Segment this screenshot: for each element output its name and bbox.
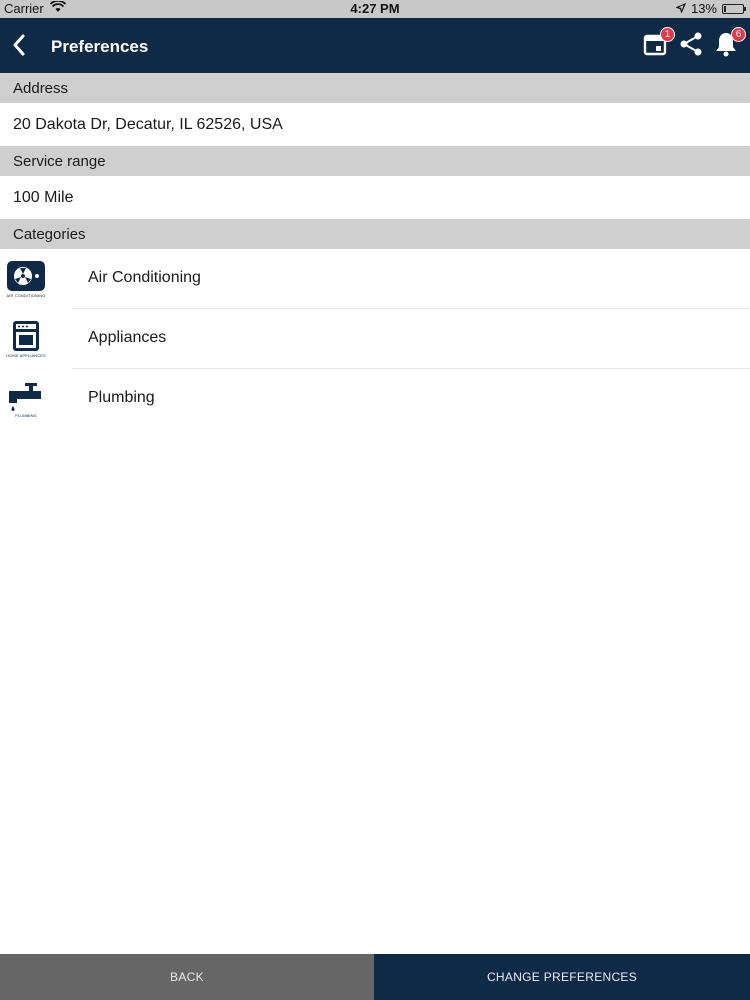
nav-bar: Preferences 1 6 bbox=[0, 18, 750, 73]
battery-icon bbox=[722, 3, 746, 14]
category-label: Air Conditioning bbox=[88, 269, 201, 286]
notifications-button[interactable]: 6 bbox=[712, 27, 746, 61]
notifications-badge: 6 bbox=[731, 27, 746, 42]
address-value: 20 Dakota Dr, Decatur, IL 62526, USA bbox=[13, 115, 283, 133]
category-item-plumbing[interactable]: PLUMBING Plumbing bbox=[0, 369, 750, 429]
location-arrow-icon bbox=[675, 1, 687, 16]
category-item-air-conditioning[interactable]: AIR CONDITIONING Air Conditioning bbox=[0, 249, 750, 309]
category-item-appliances[interactable]: HOME APPLIANCES Appliances bbox=[0, 309, 750, 369]
thumb-caption: AIR CONDITIONING bbox=[6, 293, 46, 298]
battery-percent: 13% bbox=[690, 1, 717, 16]
share-icon bbox=[678, 31, 704, 62]
air-conditioning-icon: AIR CONDITIONING bbox=[3, 261, 49, 301]
battery-fill bbox=[724, 5, 726, 12]
calendar-button[interactable]: 1 bbox=[641, 27, 675, 61]
appliances-icon: HOME APPLIANCES bbox=[3, 321, 49, 361]
categories-header: Categories bbox=[0, 219, 750, 249]
thumb-caption: PLUMBING bbox=[15, 413, 37, 418]
bottom-bar: BACK CHANGE PREFERENCES bbox=[0, 954, 750, 1000]
share-button[interactable] bbox=[677, 31, 705, 61]
category-label: Plumbing bbox=[88, 389, 155, 406]
status-right: 13% bbox=[675, 1, 746, 16]
plumbing-icon: PLUMBING bbox=[3, 381, 49, 421]
thumb-caption: HOME APPLIANCES bbox=[6, 353, 46, 358]
change-preferences-button[interactable]: CHANGE PREFERENCES bbox=[374, 954, 750, 1000]
page-title: Preferences bbox=[51, 37, 149, 56]
service-range-header: Service range bbox=[0, 146, 750, 176]
calendar-badge: 1 bbox=[660, 27, 675, 42]
category-label: Appliances bbox=[88, 329, 167, 346]
status-time: 4:27 PM bbox=[350, 1, 400, 16]
back-button[interactable]: BACK bbox=[0, 954, 374, 1000]
service-range-value: 100 Mile bbox=[13, 188, 74, 206]
status-bar: Carrier 4:27 PM 13% bbox=[0, 0, 750, 18]
address-header: Address bbox=[0, 73, 750, 103]
back-chevron-icon[interactable] bbox=[4, 30, 34, 60]
